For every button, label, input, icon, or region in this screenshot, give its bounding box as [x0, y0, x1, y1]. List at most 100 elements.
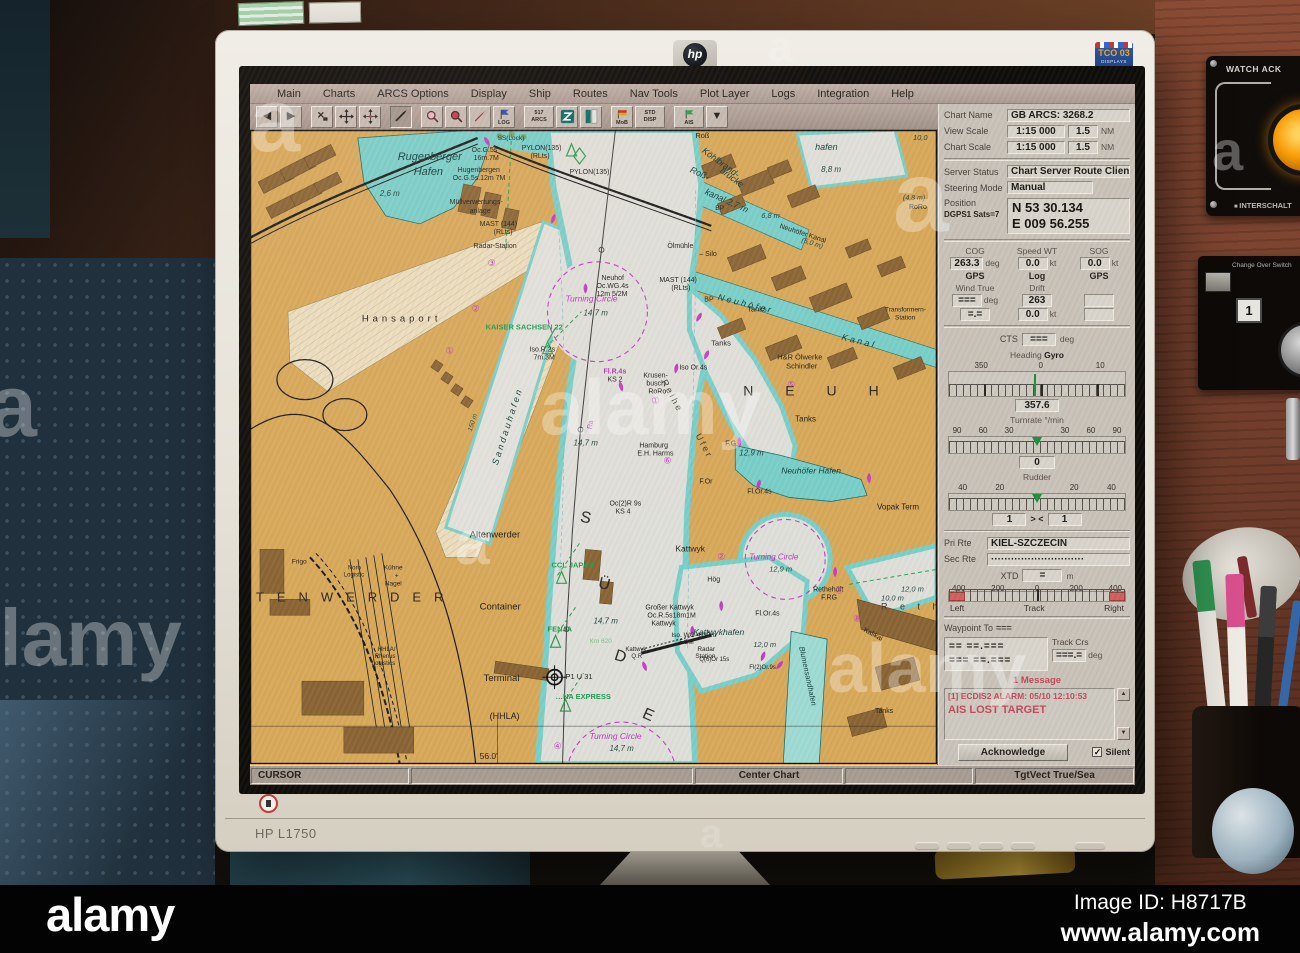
track-crs-value: ===.=	[1052, 648, 1087, 662]
map-label: Logistics	[372, 661, 395, 667]
rudder-stbd-value: 1	[1047, 512, 1082, 526]
map-label: H&R Ölwerke	[777, 353, 822, 362]
map-label: Q.R	[631, 654, 642, 660]
menu-item-help[interactable]: Help	[880, 88, 925, 100]
chart-z-button[interactable]	[556, 105, 578, 128]
menu-item-display[interactable]: Display	[460, 88, 518, 100]
menu-item-ship[interactable]: Ship	[518, 88, 562, 100]
scroll-down-button[interactable]: ▼	[1117, 726, 1130, 740]
scroll-up-button[interactable]: ▲	[1117, 687, 1130, 701]
menu-item-main[interactable]: Main	[266, 88, 312, 100]
divider	[944, 324, 1130, 328]
rudder-ruler	[948, 492, 1126, 511]
zoom-in-button[interactable]	[445, 105, 467, 128]
offcenter-button[interactable]	[359, 105, 381, 128]
map-label: Oc.G.5s.12m 7M	[453, 175, 506, 182]
map-label: Oc.G.5s	[472, 147, 498, 154]
turnrate-gauge: Turnrate °/min 90 60 30 30 60 90 0	[944, 415, 1130, 469]
monitor-button[interactable]	[915, 842, 939, 849]
palette-button[interactable]	[580, 105, 602, 128]
map-label: ⑧	[853, 613, 861, 623]
menu-item-charts[interactable]: Charts	[312, 88, 366, 100]
menu-item-routes[interactable]: Routes	[562, 88, 619, 100]
map-label: Iso. WG 4s13m	[671, 632, 716, 639]
map-label: Altenwerder	[470, 529, 521, 540]
ais-menu-button[interactable]: ▼	[706, 105, 728, 128]
map-label: ①	[446, 346, 454, 356]
gauge-tick-label: 30	[1004, 425, 1014, 435]
map-label: TENWERDER	[256, 589, 456, 604]
map-label: ⑦	[835, 585, 843, 595]
server-status-label: Server Status	[944, 166, 999, 177]
map-label: (RLts)	[531, 153, 550, 160]
menu-item-nav-tools[interactable]: Nav Tools	[619, 88, 689, 100]
menu-item-plot-layer[interactable]: Plot Layer	[689, 88, 761, 100]
view-scale-label: View Scale	[944, 126, 989, 136]
route-edit-button[interactable]	[390, 105, 412, 128]
switch-position-value: 1	[1236, 298, 1262, 323]
pan-right-button[interactable]: ▶	[280, 105, 302, 128]
bearing-line-button[interactable]	[469, 105, 491, 128]
interschalt-logo: INTERSCHALT	[1234, 201, 1291, 210]
rudder-gauge: Rudder 40 20 20 40 1 > < 1	[944, 472, 1130, 526]
map-label: 5/2M	[679, 639, 693, 646]
map-label: PYLON(135)	[570, 169, 610, 176]
alarm-message: [1] ECDIS2 ALARM: 05/10 12:10:53	[948, 690, 1088, 701]
mob-button[interactable]: MoB	[611, 105, 633, 128]
status-cell-empty	[411, 767, 693, 784]
pan-left-button[interactable]: ◀	[256, 105, 278, 128]
waypoint-position-value: == ==.=== === ==.===	[944, 636, 1048, 671]
alamy-watermark-bar: alamy Image ID: H8717B www.alamy.com	[0, 885, 1300, 953]
turnrate-ruler	[948, 435, 1126, 454]
chart-name-value: GB ARCS: 3268.2	[1007, 108, 1130, 122]
menu-item-logs[interactable]: Logs	[760, 88, 806, 100]
map-label: P1 U 31	[566, 672, 593, 681]
primary-route-value: KIEL-SZCZECIN	[987, 536, 1130, 550]
gauge-tick-label: 0	[1038, 360, 1043, 370]
monitor-button[interactable]	[947, 842, 971, 849]
nautical-chart[interactable]: Rugenberger Hafen 2,6 m SS(Lock)Oc.G.5s16m.…	[250, 130, 937, 765]
cursor-pick-button[interactable]	[311, 105, 333, 128]
menu-item-arcs-options[interactable]: ARCS Options	[366, 88, 460, 100]
map-label: 12,0 m	[901, 584, 924, 593]
drift-direction-value: 263	[1022, 293, 1052, 307]
acknowledge-button[interactable]: Acknowledge	[958, 743, 1068, 761]
heading-ruler	[948, 370, 1126, 397]
map-label: KS 4	[615, 508, 630, 515]
server-status-value: Chart Server Route Client	[1007, 165, 1130, 179]
map-label: Ölmühle	[667, 242, 693, 250]
monitor-button[interactable]	[979, 842, 1003, 849]
log-button[interactable]: LOG	[493, 105, 515, 128]
green-card	[237, 0, 305, 27]
menu-item-integration[interactable]: Integration	[806, 88, 880, 100]
pri-rte-label: Pri Rte	[944, 538, 972, 549]
map-label: 14,7 m	[583, 309, 608, 318]
chart-map[interactable]: Rugenberger Hafen 2,6 m SS(Lock) Oc.G.5s 16m.…	[250, 130, 938, 765]
speed-value: 0.0	[1017, 256, 1048, 270]
monitor-button[interactable]	[1011, 842, 1035, 849]
view-range-value: 1.5	[1068, 124, 1098, 138]
silent-checkbox[interactable]: ✓	[1092, 747, 1103, 758]
std-disp-button[interactable]: STD DISP	[635, 105, 665, 128]
map-label: – Silo	[699, 251, 717, 258]
map-label: ③	[488, 258, 496, 268]
map-label: Hugenbergen	[458, 167, 500, 174]
background-window	[0, 0, 50, 238]
map-label: Terminal	[484, 673, 520, 684]
map-label: Oc(2)R 9s	[609, 500, 641, 507]
cog-source: GPS	[965, 270, 985, 281]
monitor-power-button[interactable]	[1075, 842, 1105, 849]
zoom-out-button[interactable]	[421, 105, 443, 128]
map-label: BP	[715, 205, 724, 212]
ais-button[interactable]: AIS	[674, 105, 704, 128]
map-label: Hamburg	[639, 443, 668, 450]
message-count: 1 Message	[1012, 674, 1062, 686]
center-vessel-button[interactable]	[335, 105, 357, 128]
map-label: Kattwyk	[675, 543, 705, 553]
map-label: Tanks	[875, 708, 894, 715]
arcs-517-button[interactable]: 517 ARCS	[524, 105, 554, 128]
map-label: NEUH	[743, 383, 910, 399]
conning-panel: Chart Name GB ARCS: 3268.2 View Scale 1:15…	[938, 104, 1135, 765]
heading-value: 357.6	[1015, 398, 1059, 412]
monitor-model-label: HP L1750	[255, 826, 317, 841]
